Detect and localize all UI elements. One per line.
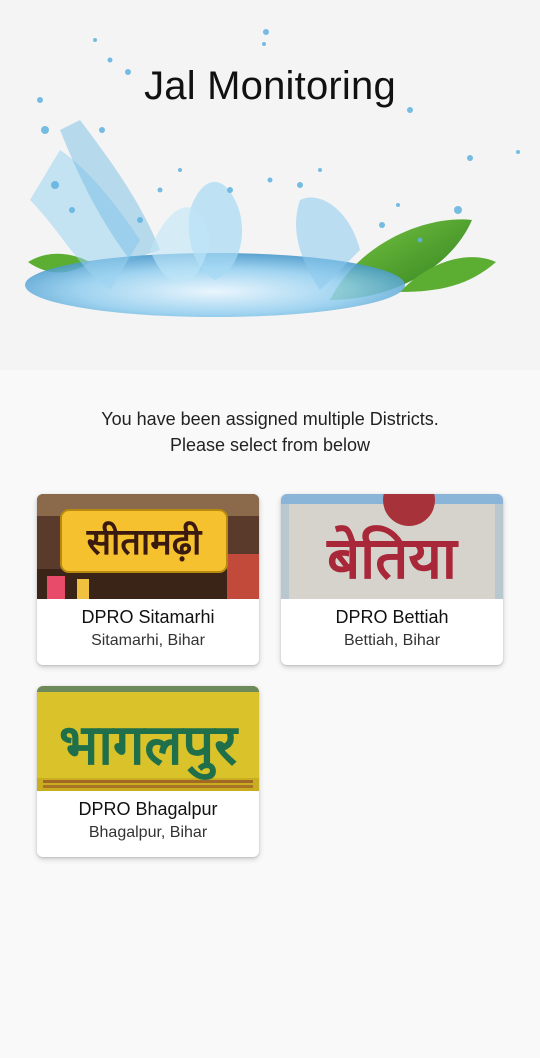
district-selection-prompt: You have been assigned multiple District… xyxy=(0,406,540,458)
sign-text-sitamarhi: सीतामढ़ी xyxy=(86,521,203,563)
district-photo-sitamarhi: सीतामढ़ी xyxy=(37,494,259,599)
district-card-title: DPRO Bhagalpur xyxy=(78,799,218,819)
district-photo-bhagalpur: भागलपुर xyxy=(37,686,259,791)
hero-banner: Jal Monitoring xyxy=(0,0,540,370)
sign-text-bettiah: बेतिया xyxy=(326,524,459,592)
district-card-title: DPRO Sitamarhi xyxy=(81,607,215,627)
district-card-bettiah[interactable]: बेतिया DPRO Bettiah Bettiah, Bihar xyxy=(281,494,503,665)
prompt-line-2: Please select from below xyxy=(169,435,371,455)
prompt-line-1: You have been assigned multiple District… xyxy=(101,409,439,429)
app-title: Jal Monitoring xyxy=(144,64,396,108)
district-card-subtitle: Bettiah, Bihar xyxy=(343,632,441,649)
district-card-subtitle: Bhagalpur, Bihar xyxy=(88,824,208,841)
district-card-sitamarhi[interactable]: सीतामढ़ी DPRO Sitamarhi Sitamarhi, Bihar xyxy=(37,494,259,665)
district-card-bhagalpur[interactable]: भागलपुर DPRO Bhagalpur Bhagalpur, Bihar xyxy=(37,686,259,857)
district-card-title: DPRO Bettiah xyxy=(335,607,449,627)
water-splash-illustration xyxy=(25,29,520,317)
sign-text-bhagalpur: भागलपुर xyxy=(59,713,239,780)
district-photo-bettiah: बेतिया xyxy=(281,494,503,599)
district-card-subtitle: Sitamarhi, Bihar xyxy=(91,632,205,649)
